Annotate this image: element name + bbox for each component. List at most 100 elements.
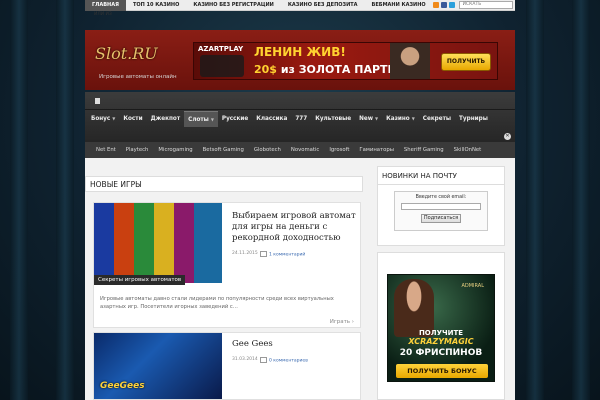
play-link-label: Играть xyxy=(329,319,351,325)
post-card: GeeGees Gee Gees 31.03.2014 0 комментари… xyxy=(93,332,361,400)
nav-item[interactable]: Турниры xyxy=(455,111,492,127)
nav-item[interactable]: 777 xyxy=(291,111,311,127)
portrait-image xyxy=(390,43,430,79)
close-icon[interactable]: ✕ xyxy=(504,133,511,140)
bg-decoration-right-2 xyxy=(526,0,544,400)
topbar-under-text: ИЛИ ИЗ xyxy=(94,12,112,17)
nav-item-label: Русские xyxy=(221,116,249,122)
provider-item[interactable]: Novomatic xyxy=(286,147,324,153)
nav-item-label: Кости xyxy=(123,116,143,122)
logo-suffix: .RU xyxy=(127,44,158,63)
admiral-logo: ADMIRAL xyxy=(461,283,484,289)
bg-decoration-left-2 xyxy=(56,0,74,400)
nav-item[interactable]: Джекпот xyxy=(147,111,185,127)
post-play-link[interactable]: Играть › xyxy=(330,319,354,325)
nav-item-label: Турниры xyxy=(459,116,488,122)
post-category[interactable]: Секреты игровых автоматов xyxy=(94,275,186,285)
nav-item[interactable]: Секреты xyxy=(419,111,455,127)
chevron-down-icon: ▼ xyxy=(210,117,214,122)
provider-item[interactable]: Microgaming xyxy=(153,147,197,153)
bg-decoration-right xyxy=(572,0,590,400)
nav-item[interactable]: Культовые xyxy=(311,111,355,127)
home-icon[interactable] xyxy=(95,98,100,104)
banner-get-button[interactable]: ПОЛУЧИТЬ xyxy=(441,53,491,71)
nav-item[interactable]: Русские xyxy=(218,111,252,127)
section-title: НОВЫЕ ИГРЫ xyxy=(85,176,363,192)
provider-item[interactable]: SkillOnNet xyxy=(449,147,487,153)
nav-item-label: Секреты xyxy=(422,116,452,122)
content-area: НОВЫЕ ИГРЫ Секреты игровых автоматов Выб… xyxy=(85,158,515,400)
post-comments[interactable]: 0 комментариев xyxy=(260,357,308,364)
site-logo[interactable]: Slot.RU xyxy=(95,44,158,63)
nav-home-row xyxy=(85,92,515,110)
nav-item[interactable]: Бонус ▼ xyxy=(87,111,119,127)
get-bonus-button[interactable]: ПОЛУЧИТЬ БОНУС xyxy=(396,364,488,378)
top-nav-webmoney[interactable]: ВЕБМАНИ КАЗИНО xyxy=(365,2,433,8)
banner-amount: 20$ xyxy=(254,63,277,76)
provider-item[interactable]: Sheriff Gaming xyxy=(399,147,449,153)
nav-item-label: Культовые xyxy=(315,116,352,122)
chevron-down-icon: ▼ xyxy=(112,116,116,121)
cards-icon xyxy=(200,55,244,77)
main-nav: Бонус ▼ Кости Джекпот Слоты ▼ Русские Классика 7… xyxy=(85,92,515,142)
post-excerpt: Игровые автоматы давно стали лидерами по… xyxy=(100,296,334,310)
nav-item-label: Слоты xyxy=(188,117,209,123)
ad-line-1: ПОЛУЧИТЕ xyxy=(418,329,464,337)
thumbnail-title: GeeGees xyxy=(100,381,145,391)
main-menu: Бонус ▼ Кости Джекпот Слоты ▼ Русские Классика 7… xyxy=(85,111,515,127)
top-nav-no-deposit[interactable]: КАЗИНО БЕЗ ДЕПОЗИТА xyxy=(281,2,365,8)
post-thumbnail[interactable]: GeeGees xyxy=(94,333,222,399)
nav-item-label: Бонус xyxy=(91,116,111,122)
social-icons xyxy=(432,2,455,8)
provider-item[interactable]: Igrosoft xyxy=(324,147,354,153)
chevron-down-icon: ▼ xyxy=(411,116,415,121)
nav-item-label: New xyxy=(359,116,373,122)
email-field[interactable] xyxy=(401,203,481,210)
widget-title: НОВИНКИ НА ПОЧТУ xyxy=(378,167,504,185)
top-bar: ГЛАВНАЯ ТОП 10 КАЗИНО КАЗИНО БЕЗ РЕГИСТР… xyxy=(85,0,515,11)
facebook-icon[interactable] xyxy=(440,2,447,8)
subscribe-button[interactable]: Подписаться xyxy=(421,214,461,223)
banner-brand: AZARTPLAY xyxy=(198,45,244,53)
nav-item-label: 777 xyxy=(295,116,308,122)
ad-line-3: 20 ФРИСПИНОВ xyxy=(399,348,483,358)
post-date: 31.03.2014 xyxy=(232,357,258,362)
rss-icon[interactable] xyxy=(432,2,439,8)
logo-main: Slot xyxy=(95,44,128,63)
nav-item[interactable]: Казино ▼ xyxy=(382,111,419,127)
banner-headline: ЛЕНИН ЖИВ! xyxy=(254,45,346,59)
post-title[interactable]: Выбираем игровой автомат для игры на ден… xyxy=(232,211,360,244)
chevron-down-icon: ▼ xyxy=(375,116,379,121)
ad-line-2: XCRAZYMAGIC xyxy=(408,337,474,346)
nav-item[interactable]: Слоты ▼ xyxy=(184,111,218,127)
post-thumbnail[interactable] xyxy=(94,203,222,283)
banner-offer: 20$ из ЗОЛОТА ПАРТИИ xyxy=(254,63,406,76)
top-nav-home[interactable]: ГЛАВНАЯ xyxy=(85,0,126,11)
provider-item[interactable]: Globotech xyxy=(249,147,286,153)
banner-offer-text: из ЗОЛОТА ПАРТИИ xyxy=(280,63,406,76)
site-header: Slot.RU Игровые автоматы онлайн AZARTPLA… xyxy=(85,30,515,90)
email-label: Введите свой email: xyxy=(415,195,467,200)
provider-menu: Net Ent Playtech Microgaming Betsoft Gaming… xyxy=(85,142,515,158)
provider-item[interactable]: Playtech xyxy=(121,147,154,153)
twitter-icon[interactable] xyxy=(448,2,455,8)
search-input[interactable]: ИСКАТЬ xyxy=(458,1,513,9)
header-banner-ad[interactable]: AZARTPLAY ЛЕНИН ЖИВ! 20$ из ЗОЛОТА ПАРТИ… xyxy=(193,42,498,80)
post-title[interactable]: Gee Gees xyxy=(232,339,360,350)
newsletter-widget: НОВИНКИ НА ПОЧТУ Введите свой email: Под… xyxy=(377,166,505,246)
nav-item-label: Классика xyxy=(256,116,288,122)
provider-item[interactable]: Betsoft Gaming xyxy=(198,147,249,153)
top-nav-top10[interactable]: ТОП 10 КАЗИНО xyxy=(126,2,186,8)
post-comments[interactable]: 1 комментарий xyxy=(260,251,305,258)
nav-item[interactable]: New ▼ xyxy=(355,111,382,127)
casino-ad[interactable]: ADMIRAL ПОЛУЧИТЕ XCRAZYMAGIC 20 ФРИСПИНО… xyxy=(387,274,495,382)
top-nav-no-registration[interactable]: КАЗИНО БЕЗ РЕГИСТРАЦИИ xyxy=(186,2,280,8)
post-date: 24.11.2015 xyxy=(232,251,258,256)
provider-item[interactable]: Net Ent xyxy=(91,147,121,153)
chevron-right-icon: › xyxy=(351,319,354,325)
nav-item-label: Казино xyxy=(386,116,410,122)
nav-item[interactable]: Классика xyxy=(252,111,291,127)
nav-item[interactable]: Кости xyxy=(119,111,146,127)
post-card: Секреты игровых автоматов Выбираем игров… xyxy=(93,202,361,328)
provider-item[interactable]: Гаминаторы xyxy=(354,147,399,153)
